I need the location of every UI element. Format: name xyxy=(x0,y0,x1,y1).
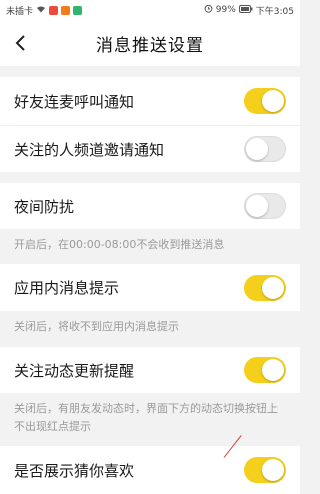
time-text: 下午3:05 xyxy=(255,6,294,17)
toggle-knob xyxy=(262,276,284,299)
page-title: 消息推送设置 xyxy=(96,35,204,56)
follow-updates-toggle[interactable] xyxy=(244,357,286,383)
recommend-toggle[interactable] xyxy=(244,457,286,483)
back-button[interactable] xyxy=(10,32,30,54)
night-mode-toggle[interactable] xyxy=(244,193,286,219)
setting-row-channel-invite[interactable]: 关注的人频道邀请通知 xyxy=(0,126,300,172)
friend-call-toggle[interactable] xyxy=(244,88,286,114)
battery-text: 99% xyxy=(215,5,236,15)
battery-icon xyxy=(238,4,253,16)
setting-row-in-app-message[interactable]: 应用内消息提示 xyxy=(0,264,300,311)
setting-hint: 关闭后，将收不到应用内消息提示 xyxy=(14,320,179,333)
setting-hint: 关闭后，有朋友发动态时，界面下方的动态切换按钮上不出现红点提示 xyxy=(14,402,278,433)
setting-label: 关注的人频道邀请通知 xyxy=(14,140,165,159)
setting-row-follow-updates[interactable]: 关注动态更新提醒 xyxy=(0,347,300,393)
status-bar: 未插卡 99% 下午3:05 xyxy=(0,0,300,20)
header: 消息推送设置 xyxy=(0,20,300,66)
carrier-text: 未插卡 xyxy=(6,6,34,17)
toggle-knob xyxy=(246,195,268,217)
alarm-icon xyxy=(204,4,213,16)
setting-row-recommend[interactable]: 是否展示猜你喜欢 xyxy=(0,446,300,494)
setting-label: 是否展示猜你喜欢 xyxy=(14,461,135,480)
setting-label: 关注动态更新提醒 xyxy=(14,361,135,380)
channel-invite-toggle[interactable] xyxy=(244,136,286,162)
toggle-knob xyxy=(262,359,284,381)
status-right: 99% 下午3:05 xyxy=(204,4,294,17)
chevron-left-icon xyxy=(15,35,25,51)
setting-label: 应用内消息提示 xyxy=(14,279,120,297)
wifi-icon xyxy=(36,5,46,16)
toggle-knob xyxy=(262,90,284,112)
status-left: 未插卡 xyxy=(6,4,83,17)
app-badge-icon xyxy=(73,5,83,15)
setting-hint: 开启后，在00:00-08:00不会收到推送消息 xyxy=(14,238,225,251)
setting-row-night-mode[interactable]: 夜间防扰 xyxy=(0,183,300,229)
setting-row-friend-call[interactable]: 好友连麦呼叫通知 xyxy=(0,77,300,125)
toggle-knob xyxy=(262,459,284,481)
app-badge-icon xyxy=(61,5,71,15)
setting-label: 夜间防扰 xyxy=(14,197,75,216)
toggle-knob xyxy=(246,138,268,160)
setting-label: 好友连麦呼叫通知 xyxy=(14,92,135,111)
app-badge-icon xyxy=(49,5,59,15)
in-app-message-toggle[interactable] xyxy=(244,274,286,301)
